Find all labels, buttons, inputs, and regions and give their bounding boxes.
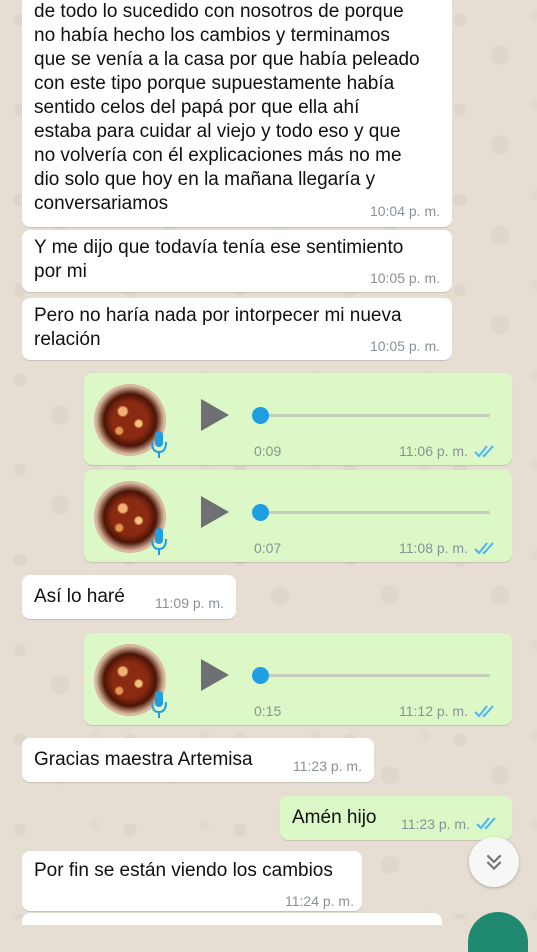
incoming-message[interactable]: de todo lo sucedido con nosotros de porq… xyxy=(22,0,452,227)
voice-duration: 0:07 xyxy=(254,540,282,556)
play-button[interactable] xyxy=(201,399,229,431)
incoming-message[interactable]: Gracias maestra Artemisa 11:23 p. m. xyxy=(22,738,374,782)
audio-progress-knob[interactable] xyxy=(252,504,269,521)
mic-icon xyxy=(151,528,167,555)
message-time: 11:09 p. m. xyxy=(154,595,224,611)
scroll-to-bottom-button[interactable] xyxy=(469,837,519,887)
incoming-message[interactable]: Y me dijo que todavía tenía ese sentimie… xyxy=(22,230,452,292)
audio-progress-track[interactable] xyxy=(256,674,490,677)
double-check-icon xyxy=(476,817,496,830)
message-time: 10:05 p. m. xyxy=(369,338,440,354)
message-time: 11:12 p. m. xyxy=(398,703,468,719)
message-time: 11:06 p. m. xyxy=(398,443,468,459)
next-message-peek xyxy=(22,913,442,925)
voice-message[interactable]: 0:15 11:12 p. m. xyxy=(84,633,512,725)
voice-duration: 0:09 xyxy=(254,443,282,459)
mic-icon xyxy=(151,691,167,718)
play-button[interactable] xyxy=(201,659,229,691)
message-time: 11:23 p. m. xyxy=(292,758,362,774)
play-button[interactable] xyxy=(201,496,229,528)
outgoing-message[interactable]: Amén hijo 11:23 p. m. xyxy=(280,796,512,840)
message-time: 10:05 p. m. xyxy=(369,270,440,286)
incoming-message[interactable]: Pero no haría nada por intorpecer mi nue… xyxy=(22,298,452,360)
message-time: 11:23 p. m. xyxy=(400,816,470,832)
message-time: 11:08 p. m. xyxy=(398,540,468,556)
double-check-icon xyxy=(474,445,494,458)
double-check-icon xyxy=(474,542,494,555)
mic-icon xyxy=(151,431,167,458)
audio-progress-track[interactable] xyxy=(256,414,490,417)
double-chevron-down-icon xyxy=(486,854,502,871)
message-text: de todo lo sucedido con nosotros de porq… xyxy=(34,1,420,214)
audio-progress-knob[interactable] xyxy=(252,407,269,424)
message-time: 10:04 p. m. xyxy=(369,203,440,219)
incoming-message[interactable]: Así lo haré 11:09 p. m. xyxy=(22,575,236,619)
voice-message[interactable]: 0:09 11:06 p. m. xyxy=(84,373,512,465)
voice-message[interactable]: 0:07 11:08 p. m. xyxy=(84,470,512,562)
double-check-icon xyxy=(474,705,494,718)
message-time: 11:24 p. m. xyxy=(284,893,354,909)
voice-duration: 0:15 xyxy=(254,703,282,719)
incoming-message[interactable]: Por fin se están viendo los cambios 11:2… xyxy=(22,851,362,911)
audio-progress-track[interactable] xyxy=(256,511,490,514)
message-text: Por fin se están viendo los cambios xyxy=(34,860,333,881)
audio-progress-knob[interactable] xyxy=(252,667,269,684)
